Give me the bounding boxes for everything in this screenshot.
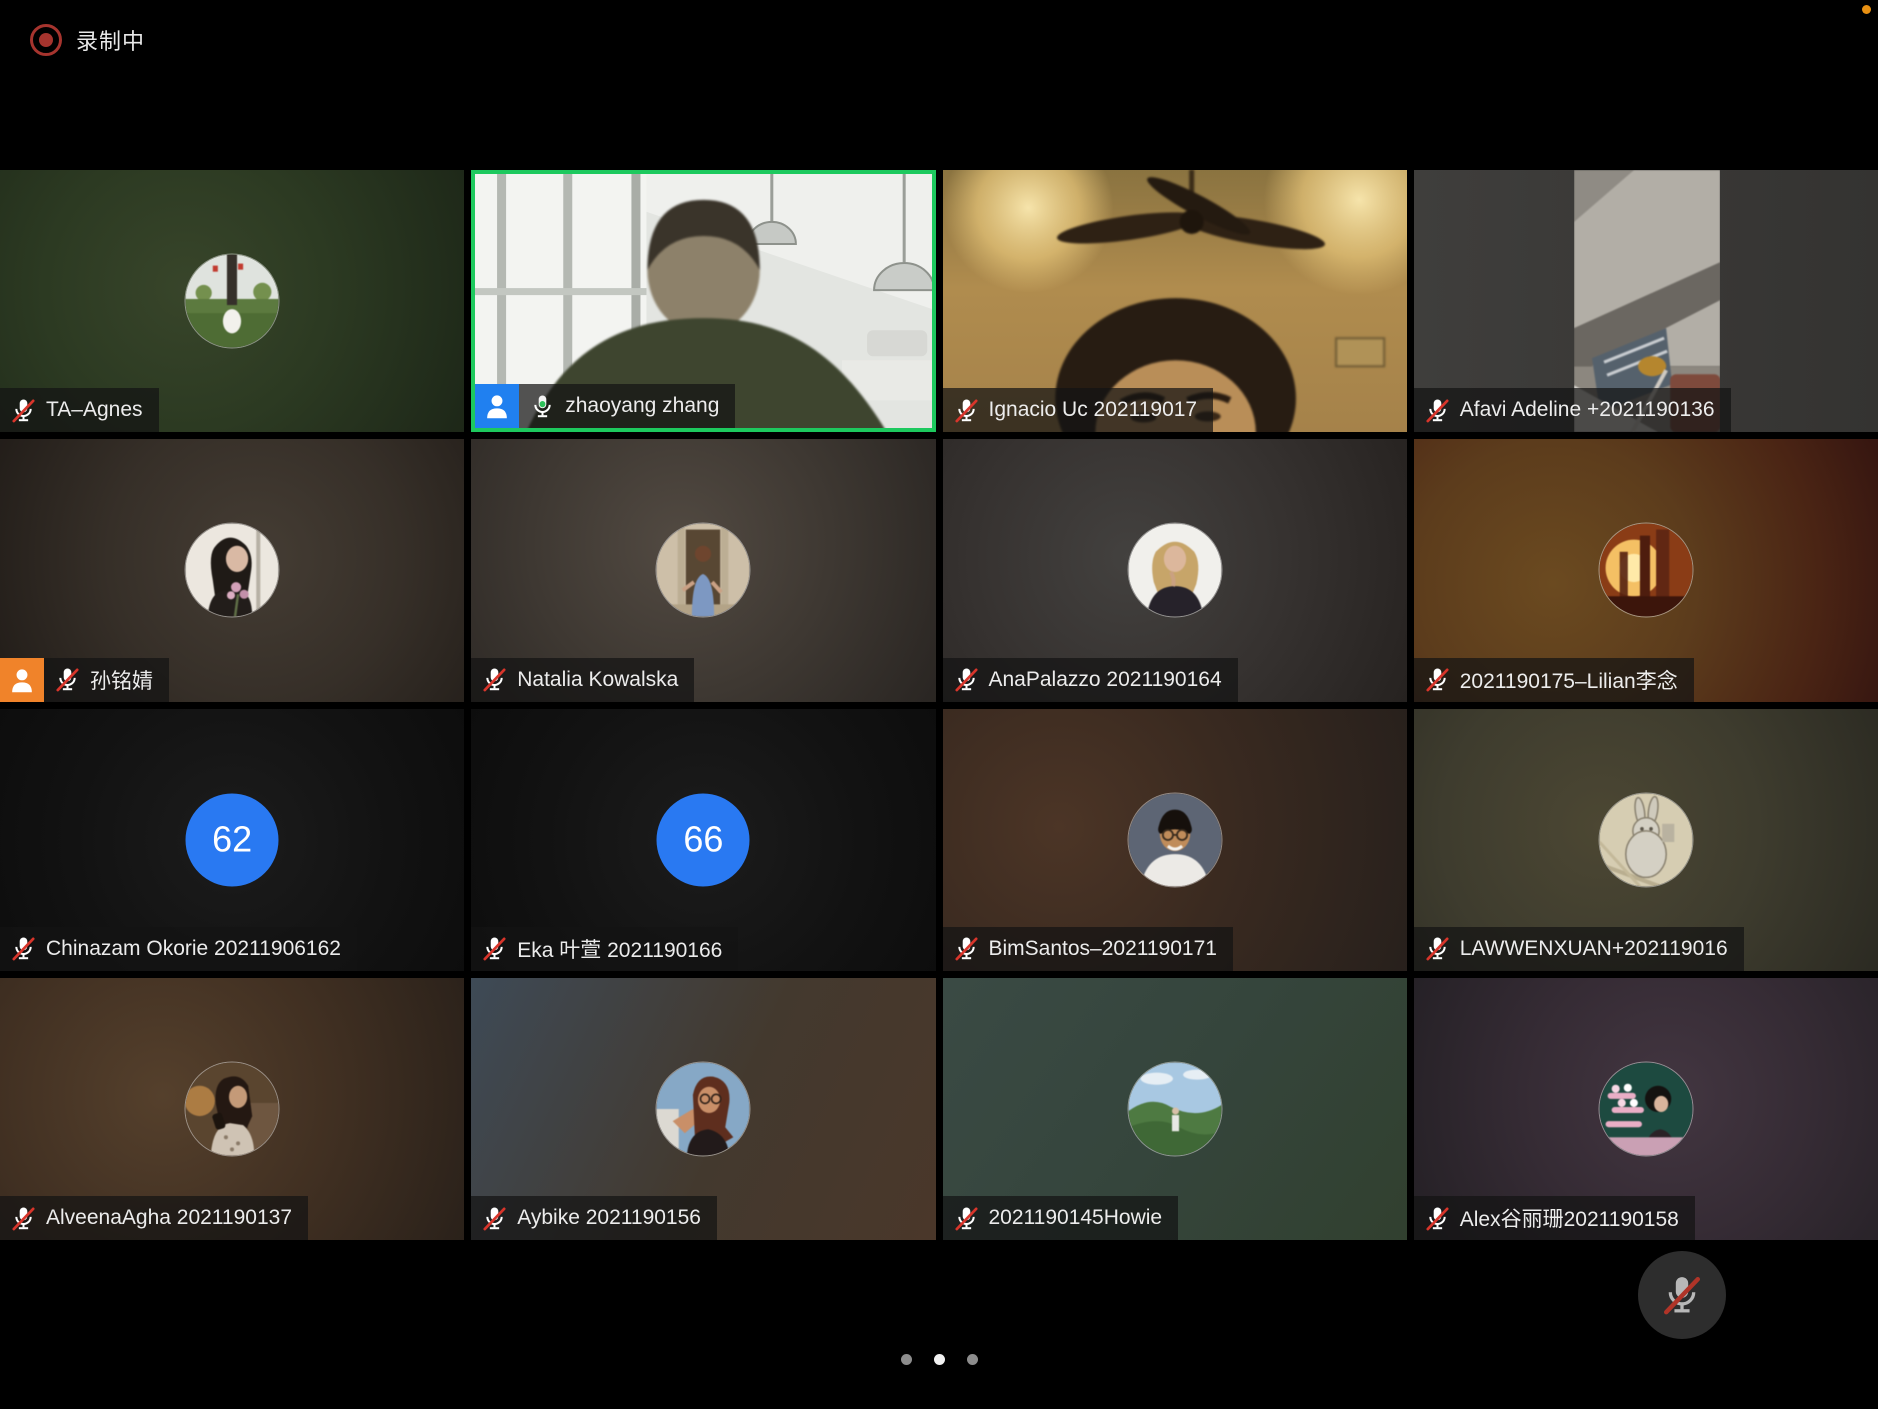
participant-name: Aybike 2021190156 <box>517 1206 701 1230</box>
avatar-number: 62 <box>212 819 252 861</box>
participant-tile[interactable]: 2021190175–Lilian李念 <box>1414 439 1878 701</box>
pagination-dots <box>0 1354 1878 1365</box>
participant-grid: TA–Agnes <box>0 170 1878 1240</box>
record-dot-icon <box>30 24 62 56</box>
participant-name: BimSantos–2021190171 <box>989 937 1217 961</box>
recording-indicator: 录制中 <box>30 24 145 56</box>
muted-mic-icon <box>10 1205 37 1232</box>
mic-muted-button[interactable] <box>1638 1251 1726 1339</box>
participant-name: 孙铭婧 <box>90 665 153 695</box>
participant-tile[interactable]: zhaoyang zhang <box>471 170 935 432</box>
name-tag: BimSantos–2021190171 <box>943 927 1233 971</box>
participant-tile[interactable]: BimSantos–2021190171 <box>943 709 1407 971</box>
avatar <box>1128 793 1221 886</box>
participant-tile[interactable]: 2021190145Howie <box>943 978 1407 1240</box>
meeting-window: 录制中 TA–Agnes <box>0 0 1878 1409</box>
participant-tile[interactable]: Natalia Kowalska <box>471 439 935 701</box>
page-dot[interactable] <box>901 1354 912 1365</box>
participant-tile[interactable]: Aybike 2021190156 <box>471 978 935 1240</box>
participant-tile[interactable]: AnaPalazzo 2021190164 <box>943 439 1407 701</box>
muted-mic-icon <box>953 935 980 962</box>
avatar <box>186 255 279 348</box>
participant-tile[interactable]: 孙铭婧 <box>0 439 464 701</box>
participant-name: Alex谷丽珊2021190158 <box>1460 1203 1679 1233</box>
muted-mic-icon <box>953 666 980 693</box>
avatar-number: 66 <box>683 819 723 861</box>
participant-tile[interactable]: AlveenaAgha 2021190137 <box>0 978 464 1240</box>
participant-tile[interactable]: Ignacio Uc 202119017 <box>943 170 1407 432</box>
avatar-initials: 66 <box>657 793 750 886</box>
participant-name: Natalia Kowalska <box>517 668 678 692</box>
participant-tile[interactable]: TA–Agnes <box>0 170 464 432</box>
muted-mic-icon <box>10 397 37 424</box>
participant-badge-icon <box>475 384 519 428</box>
name-tag: Alex谷丽珊2021190158 <box>1414 1196 1695 1240</box>
name-tag: zhaoyang zhang <box>475 384 735 428</box>
name-tag: 孙铭婧 <box>0 658 169 702</box>
muted-mic-icon <box>481 935 508 962</box>
participant-name: 2021190175–Lilian李念 <box>1460 665 1678 695</box>
avatar <box>1128 1062 1221 1155</box>
muted-mic-icon <box>1660 1273 1704 1317</box>
avatar <box>1599 1062 1692 1155</box>
name-tag: Afavi Adeline +2021190136 <box>1414 388 1731 432</box>
muted-mic-icon <box>481 1205 508 1232</box>
avatar <box>657 524 750 617</box>
participant-tile[interactable]: Alex谷丽珊2021190158 <box>1414 978 1878 1240</box>
active-mic-icon <box>529 393 556 420</box>
participant-tile[interactable]: 66 Eka 叶萱 2021190166 <box>471 709 935 971</box>
muted-mic-icon <box>1424 666 1451 693</box>
avatar <box>1599 793 1692 886</box>
name-tag: AlveenaAgha 2021190137 <box>0 1196 308 1240</box>
participant-badge-icon <box>0 658 44 702</box>
participant-name: LAWWENXUAN+202119016 <box>1460 937 1728 961</box>
muted-mic-icon <box>953 397 980 424</box>
participant-tile[interactable]: Afavi Adeline +2021190136 <box>1414 170 1878 432</box>
muted-mic-icon <box>54 666 81 693</box>
participant-name: Chinazam Okorie 20211906162 <box>46 937 341 961</box>
notification-dot-icon <box>1862 5 1871 14</box>
avatar <box>657 1062 750 1155</box>
name-tag: LAWWENXUAN+202119016 <box>1414 927 1744 971</box>
name-tag: Ignacio Uc 202119017 <box>943 388 1214 432</box>
participant-name: AlveenaAgha 2021190137 <box>46 1206 292 1230</box>
name-tag: Natalia Kowalska <box>471 658 694 702</box>
name-tag: Chinazam Okorie 20211906162 <box>0 927 357 971</box>
muted-mic-icon <box>1424 1205 1451 1232</box>
participant-name: TA–Agnes <box>46 398 143 422</box>
participant-name: AnaPalazzo 2021190164 <box>989 668 1222 692</box>
name-tag: 2021190175–Lilian李念 <box>1414 658 1694 702</box>
name-tag: 2021190145Howie <box>943 1196 1179 1240</box>
muted-mic-icon <box>10 935 37 962</box>
muted-mic-icon <box>1424 397 1451 424</box>
muted-mic-icon <box>953 1205 980 1232</box>
page-dot[interactable] <box>967 1354 978 1365</box>
participant-name: Ignacio Uc 202119017 <box>989 398 1198 422</box>
muted-mic-icon <box>481 666 508 693</box>
participant-name: Eka 叶萱 2021190166 <box>517 934 722 964</box>
name-tag: TA–Agnes <box>0 388 159 432</box>
participant-tile[interactable]: LAWWENXUAN+202119016 <box>1414 709 1878 971</box>
avatar <box>186 524 279 617</box>
participant-name: zhaoyang zhang <box>565 394 719 418</box>
name-tag: Eka 叶萱 2021190166 <box>471 927 738 971</box>
participant-name: Afavi Adeline +2021190136 <box>1460 398 1715 422</box>
participant-tile[interactable]: 62 Chinazam Okorie 20211906162 <box>0 709 464 971</box>
name-tag: AnaPalazzo 2021190164 <box>943 658 1238 702</box>
page-dot-active[interactable] <box>934 1354 945 1365</box>
name-tag: Aybike 2021190156 <box>471 1196 717 1240</box>
avatar-initials: 62 <box>186 793 279 886</box>
avatar <box>1128 524 1221 617</box>
participant-name: 2021190145Howie <box>989 1206 1163 1230</box>
avatar <box>186 1062 279 1155</box>
muted-mic-icon <box>1424 935 1451 962</box>
avatar <box>1599 524 1692 617</box>
recording-label: 录制中 <box>76 24 145 56</box>
